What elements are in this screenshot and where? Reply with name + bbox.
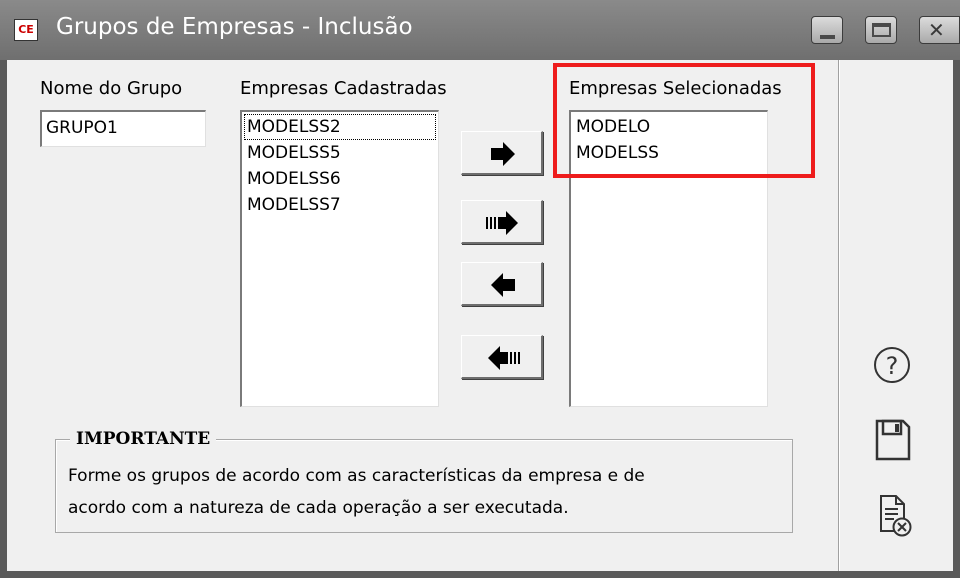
- list-item[interactable]: MODELSS7: [244, 192, 436, 218]
- important-legend: IMPORTANTE: [70, 429, 217, 449]
- arrow-right-icon: [491, 142, 515, 166]
- window-title: Grupos de Empresas - Inclusão: [56, 14, 413, 40]
- help-icon: ?: [874, 347, 910, 383]
- important-line-1: Forme os grupos de acordo com as caracte…: [68, 466, 645, 486]
- title-bar[interactable]: CE Grupos de Empresas - Inclusão ✕: [0, 0, 960, 60]
- available-companies-label: Empresas Cadastradas: [240, 78, 447, 99]
- arrow-left-icon: [491, 273, 515, 297]
- svg-text:?: ?: [886, 352, 899, 380]
- add-company-button[interactable]: [461, 131, 543, 175]
- save-button[interactable]: [874, 418, 912, 466]
- list-item[interactable]: MODELSS5: [244, 140, 436, 166]
- close-icon: ✕: [928, 18, 945, 42]
- app-icon: CE: [14, 19, 38, 41]
- cancel-button[interactable]: [878, 493, 914, 545]
- save-icon: [875, 419, 911, 461]
- list-item[interactable]: MODELSS2: [244, 114, 436, 140]
- minimize-icon: [820, 35, 835, 39]
- close-button[interactable]: ✕: [919, 16, 960, 44]
- important-message: Forme os grupos de acordo com as caracte…: [68, 460, 788, 524]
- available-companies-list[interactable]: MODELSS2 MODELSS5 MODELSS6 MODELSS7: [240, 110, 439, 407]
- important-line-2: acordo com a natureza de cada operação a…: [68, 498, 569, 518]
- minimize-button[interactable]: [811, 16, 843, 44]
- maximize-icon: [872, 23, 891, 37]
- arrow-right-all-icon: [486, 211, 518, 235]
- maximize-button[interactable]: [865, 16, 897, 44]
- cancel-document-icon: [880, 495, 912, 537]
- highlight-box: [553, 63, 815, 178]
- group-name-label: Nome do Grupo: [40, 78, 183, 99]
- help-button[interactable]: ?: [872, 344, 912, 390]
- group-name-input[interactable]: GRUPO1: [40, 110, 206, 147]
- arrow-left-all-icon: [488, 346, 520, 370]
- remove-all-companies-button[interactable]: [461, 335, 543, 379]
- remove-company-button[interactable]: [461, 262, 543, 306]
- add-all-companies-button[interactable]: [461, 200, 543, 244]
- list-item[interactable]: MODELSS6: [244, 166, 436, 192]
